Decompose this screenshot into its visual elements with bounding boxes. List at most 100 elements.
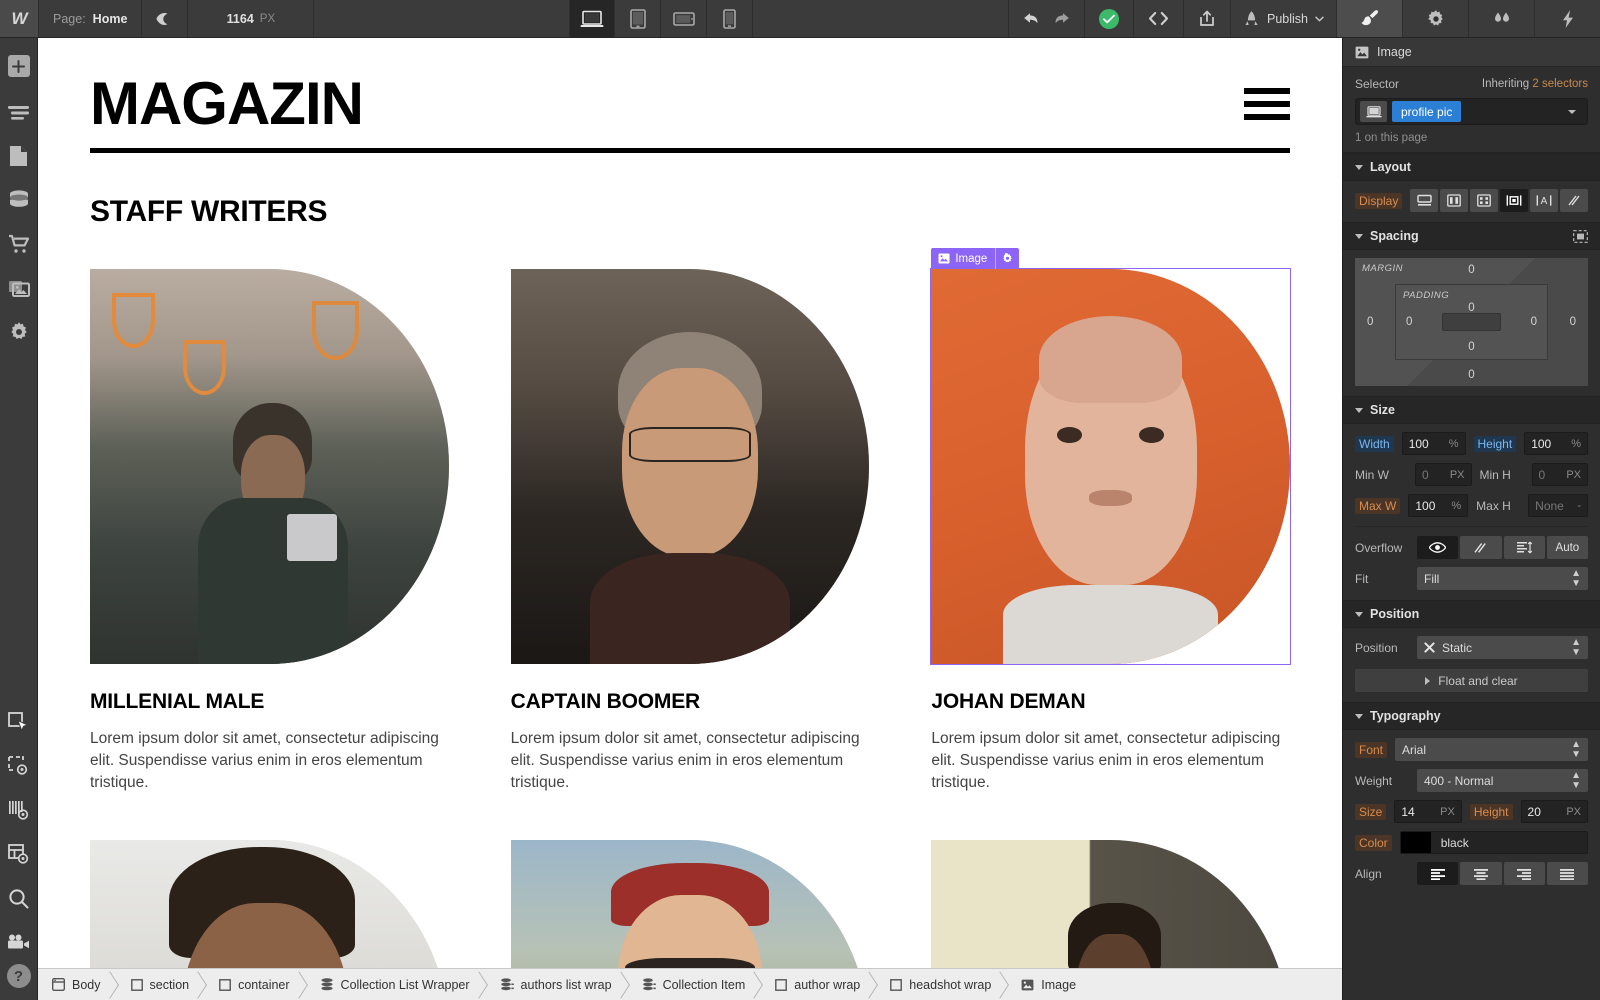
profile-pic-image[interactable]: [931, 839, 1291, 968]
display-none-button[interactable]: [1560, 189, 1588, 212]
align-left-button[interactable]: [1417, 862, 1459, 885]
padding-left-value[interactable]: 0: [1406, 316, 1412, 328]
sidebar-item-add-elements[interactable]: [0, 44, 38, 88]
display-block-button[interactable]: [1410, 189, 1439, 212]
panel-tab-interactions[interactable]: [1534, 0, 1600, 37]
max-height-input[interactable]: None -: [1528, 494, 1588, 517]
spacing-toggle-icon[interactable]: [1573, 229, 1588, 243]
height-label[interactable]: Height: [1473, 435, 1517, 452]
panel-tab-settings[interactable]: [1402, 0, 1468, 37]
align-center-button[interactable]: [1460, 862, 1502, 885]
layout-section-header[interactable]: Layout: [1343, 153, 1600, 181]
profile-pic-image[interactable]: [931, 269, 1291, 664]
preview-toggle-button[interactable]: [142, 0, 189, 37]
display-inline-block-button[interactable]: [1500, 189, 1529, 212]
collection-item-1[interactable]: MILLENIAL MALE Lorem ipsum dolor sit ame…: [90, 269, 449, 794]
code-export-button[interactable]: [1133, 0, 1183, 37]
canvas-width-field[interactable]: 1164 PX: [188, 0, 315, 37]
sidebar-item-ecommerce[interactable]: [0, 222, 38, 266]
width-input[interactable]: 100 %: [1401, 432, 1466, 455]
breadcrumb-item-container[interactable]: container: [205, 969, 305, 1000]
display-label[interactable]: Display: [1355, 192, 1403, 209]
height-input[interactable]: 100 %: [1524, 432, 1588, 455]
sidebar-item-cms[interactable]: [0, 178, 38, 222]
font-select[interactable]: Arial ▲ ▼: [1395, 738, 1588, 761]
sidebar-item-show-grid[interactable]: [0, 832, 38, 876]
selector-class-chip[interactable]: profile pic: [1392, 101, 1462, 122]
collection-item-6[interactable]: [931, 839, 1291, 968]
sidebar-item-preview-selection[interactable]: [0, 744, 38, 788]
headshot-wrap[interactable]: Image: [930, 248, 1292, 665]
breadcrumb-item-collection-list-wrapper[interactable]: Collection List Wrapper: [306, 969, 486, 1000]
max-width-input[interactable]: 100 %: [1408, 494, 1469, 517]
display-inline-button[interactable]: A: [1530, 189, 1559, 212]
sidebar-item-assets[interactable]: [0, 266, 38, 310]
breadcrumb-item-collection-item[interactable]: Collection Item: [628, 969, 762, 1000]
align-right-button[interactable]: [1503, 862, 1545, 885]
overflow-auto-button[interactable]: Auto: [1546, 536, 1588, 559]
breadcrumb-item-section[interactable]: section: [117, 969, 206, 1000]
overflow-visible-button[interactable]: [1417, 536, 1459, 559]
panel-tab-style-manager[interactable]: [1468, 0, 1534, 37]
headshot-wrap[interactable]: [510, 839, 870, 968]
inheriting-status[interactable]: Inheriting 2 selectors: [1482, 78, 1588, 90]
size-section-header[interactable]: Size: [1343, 396, 1600, 424]
canvas-scroll[interactable]: MAGAZIN STAFF WRITERS MILLENIAL MALE Lor…: [38, 38, 1342, 968]
collection-item-3-selected[interactable]: Image JOHAN DEMAN Lorem ipsum dolor sit …: [930, 248, 1292, 794]
headshot-wrap[interactable]: [931, 839, 1291, 968]
profile-pic-image[interactable]: [510, 839, 870, 968]
display-grid-button[interactable]: [1470, 189, 1499, 212]
color-label[interactable]: Color: [1355, 834, 1392, 851]
profile-pic-image[interactable]: [90, 839, 449, 968]
selector-state-desktop-icon[interactable]: [1360, 101, 1387, 122]
sidebar-item-show-guides[interactable]: [0, 788, 38, 832]
webflow-logo[interactable]: W: [0, 0, 38, 37]
breadcrumb-item-image[interactable]: Image: [1007, 969, 1092, 1000]
min-height-label[interactable]: Min H: [1480, 468, 1524, 482]
text-color-field[interactable]: black: [1399, 831, 1588, 854]
breakpoint-desktop[interactable]: [569, 0, 616, 37]
margin-bottom-value[interactable]: 0: [1468, 369, 1474, 381]
sidebar-item-search[interactable]: [0, 876, 38, 920]
margin-left-value[interactable]: 0: [1367, 316, 1373, 328]
spacing-control[interactable]: MARGIN 0 0 0 0 PADDING 0 0 0 0: [1355, 258, 1588, 386]
max-height-label[interactable]: Max H: [1476, 499, 1520, 513]
hamburger-menu-icon[interactable]: [1244, 88, 1290, 120]
breakpoint-mobile-landscape[interactable]: [661, 0, 708, 37]
sidebar-item-help[interactable]: ?: [6, 964, 31, 988]
padding-bottom-value[interactable]: 0: [1468, 341, 1474, 353]
headshot-wrap[interactable]: [510, 269, 870, 664]
overflow-scroll-button[interactable]: [1503, 536, 1545, 559]
breakpoint-tablet[interactable]: [615, 0, 662, 37]
overflow-hidden-button[interactable]: [1460, 536, 1502, 559]
profile-pic-image[interactable]: [90, 269, 449, 664]
float-and-clear-toggle[interactable]: Float and clear: [1355, 669, 1588, 692]
sidebar-item-navigator[interactable]: [0, 90, 38, 134]
position-select[interactable]: Static ▲ ▼: [1417, 636, 1588, 659]
collection-item-2[interactable]: CAPTAIN BOOMER Lorem ipsum dolor sit ame…: [510, 269, 870, 794]
font-size-label[interactable]: Size: [1355, 803, 1387, 820]
fit-select[interactable]: Fill ▲ ▼: [1417, 567, 1588, 590]
save-status-button[interactable]: [1084, 0, 1133, 37]
padding-right-value[interactable]: 0: [1531, 316, 1537, 328]
undo-arrow-icon[interactable]: [1023, 11, 1042, 27]
selection-badge-gear-icon[interactable]: [995, 248, 1019, 269]
spacing-section-header[interactable]: Spacing: [1343, 222, 1600, 250]
redo-arrow-icon[interactable]: [1051, 11, 1070, 27]
collection-item-4[interactable]: [90, 839, 449, 968]
min-height-input[interactable]: 0 PX: [1531, 463, 1588, 486]
margin-right-value[interactable]: 0: [1570, 316, 1576, 328]
share-export-button[interactable]: [1183, 0, 1230, 37]
width-label[interactable]: Width: [1355, 435, 1394, 452]
sidebar-item-select-tool[interactable]: [0, 700, 38, 744]
page-selector[interactable]: Page: Home: [38, 0, 143, 37]
position-section-header[interactable]: Position: [1343, 600, 1600, 628]
headshot-wrap[interactable]: [90, 269, 449, 664]
typography-section-header[interactable]: Typography: [1343, 702, 1600, 730]
display-flex-button[interactable]: [1440, 189, 1469, 212]
align-justify-button[interactable]: [1546, 862, 1588, 885]
profile-pic-image[interactable]: [510, 269, 870, 664]
breakpoint-mobile-portrait[interactable]: [707, 0, 754, 37]
breadcrumb-item-headshot-wrap[interactable]: headshot wrap: [876, 969, 1007, 1000]
breadcrumb-item-author-wrap[interactable]: author wrap: [761, 969, 876, 1000]
